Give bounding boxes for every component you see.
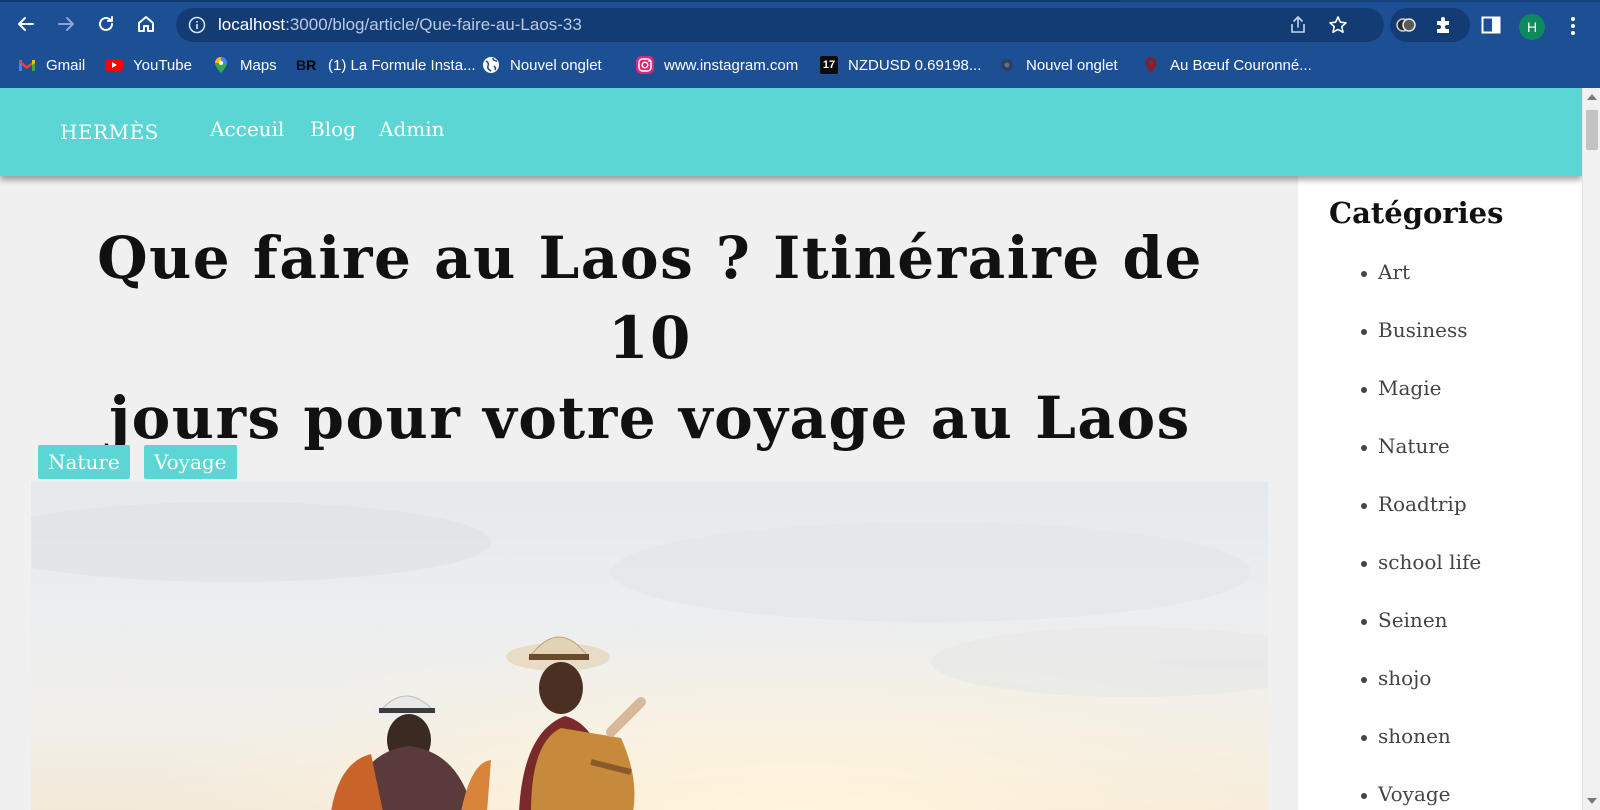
bookmark-nouvel-onglet-1[interactable]: Nouvel onglet [482,53,602,77]
bookmark-nzdusd[interactable]: 17 NZDUSD 0.69198... [820,53,981,77]
bookmark-label: www.instagram.com [664,56,799,74]
share-icon[interactable] [1288,15,1308,35]
br-icon: BR [296,56,318,74]
bookmark-maps[interactable]: Maps [212,53,277,77]
sidebar-title: Catégories [1329,196,1504,230]
bookmark-label: Gmail [46,56,86,74]
category-link-school-life[interactable]: school life [1360,550,1481,574]
category-link-seinen[interactable]: Seinen [1361,608,1448,632]
globe-icon [483,57,499,73]
scroll-down-arrow-icon[interactable] [1587,798,1597,804]
category-link-roadtrip[interactable]: Roadtrip [1361,492,1467,516]
info-icon[interactable] [188,16,206,34]
tag-voyage[interactable]: Voyage [144,445,237,479]
puzzle-icon[interactable] [1432,13,1456,37]
bookmark-youtube[interactable]: YouTube [105,53,192,77]
category-link-nature[interactable]: Nature [1361,434,1450,458]
category-link-shonen[interactable]: shonen [1361,724,1451,748]
page-scrollbar[interactable] [1582,88,1600,810]
tradingview-icon: 17 [820,56,838,74]
tab-strip [0,0,1600,2]
bookmark-label: Nouvel onglet [1026,56,1118,74]
browser-chrome: localhost:3000/blog/article/Que-faire-au… [0,0,1600,88]
bookmark-star-icon[interactable] [1328,15,1348,35]
nav-link-admin[interactable]: Admin [379,117,445,141]
page-viewport: HERMÈS Acceuil Blog Admin Que faire au L… [0,88,1582,810]
article-hero-image [31,482,1268,810]
category-link-business[interactable]: Business [1360,318,1467,342]
url-host: localhost [218,15,286,34]
bookmark-label: (1) La Formule Insta... [328,56,476,74]
reload-icon [99,16,113,31]
extension-icon[interactable] [1394,13,1418,37]
active-tab-indicator [0,0,1120,2]
article-title: Que faire au Laos ? Itinéraire de 10 jou… [60,218,1240,458]
bookmark-instagram[interactable]: www.instagram.com [636,53,798,77]
instagram-icon [636,56,654,74]
browser-toolbar: localhost:3000/blog/article/Que-faire-au… [0,4,1600,44]
bookmark-gmail[interactable]: Gmail [18,53,85,77]
nav-link-acceuil[interactable]: Acceuil [210,117,284,141]
profile-avatar[interactable]: H [1519,14,1545,40]
site-header: HERMÈS Acceuil Blog Admin [0,88,1582,176]
bookmark-la-formule[interactable]: BR (1) La Formule Insta... [296,53,476,77]
categories-sidebar: Catégories Art Business Magie Nature Roa… [1298,176,1582,810]
youtube-icon [105,59,123,71]
tag-nature[interactable]: Nature [38,445,130,479]
bookmark-au-boeuf[interactable]: Au Bœuf Couronné... [1142,53,1312,77]
arrow-right-icon [58,17,74,31]
arrow-left-icon [18,17,34,31]
article-title-line-1: Que faire au Laos ? Itinéraire de 10 [97,224,1203,372]
bookmark-label: YouTube [133,56,192,74]
address-bar[interactable]: localhost:3000/blog/article/Que-faire-au… [176,8,1384,42]
site-logo[interactable]: HERMÈS [60,120,159,144]
travelers-photo [31,482,1268,810]
side-panel-icon[interactable] [1481,16,1501,34]
category-link-shojo[interactable]: shojo [1360,666,1431,690]
maps-icon [215,57,227,73]
home-button[interactable] [130,8,162,40]
bookmark-nouvel-onglet-2[interactable]: Nouvel onglet [998,53,1118,77]
category-link-art[interactable]: Art [1360,260,1410,284]
forward-button[interactable] [50,8,82,40]
bookmark-label: Nouvel onglet [510,56,602,74]
article-main: Que faire au Laos ? Itinéraire de 10 jou… [0,176,1298,810]
scroll-up-arrow-icon[interactable] [1587,94,1597,100]
gmail-icon [19,60,35,71]
scrollbar-thumb[interactable] [1586,110,1598,150]
more-vert-icon[interactable] [1566,14,1580,38]
bookmarks-bar: Gmail YouTube Maps BR (1) La Formule Ins… [0,50,1600,80]
category-link-voyage[interactable]: Voyage [1361,782,1451,806]
bookmark-label: Maps [240,56,277,74]
bookmark-label: Au Bœuf Couronné... [1170,56,1312,74]
bookmark-label: NZDUSD 0.69198... [848,56,982,74]
map-pin-icon [1145,57,1157,73]
url-text[interactable]: localhost:3000/blog/article/Que-faire-au… [218,15,582,35]
blank-page-icon [1001,59,1013,71]
home-icon [138,16,154,32]
back-button[interactable] [10,8,42,40]
url-path: :3000/blog/article/Que-faire-au-Laos-33 [285,15,582,34]
article-title-line-2: jours pour votre voyage au Laos [109,384,1191,452]
nav-link-blog[interactable]: Blog [310,117,356,141]
category-link-magie[interactable]: Magie [1360,376,1441,400]
extensions-group [1390,8,1470,42]
reload-button[interactable] [90,8,122,40]
